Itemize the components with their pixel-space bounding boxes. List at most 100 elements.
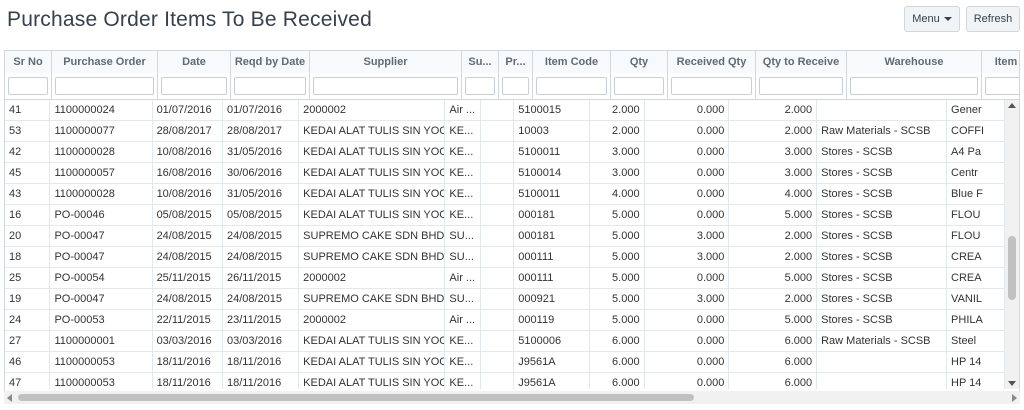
table-cell: 18/11/2016 (153, 352, 223, 372)
table-cell: 1100000057 (50, 163, 153, 183)
column-filter-input[interactable] (614, 77, 664, 95)
table-cell: SUPREMO CAKE SDN BHD (299, 247, 446, 267)
column-header[interactable]: Reqd by Date (231, 51, 310, 73)
horizontal-scroll-thumb[interactable] (18, 394, 694, 401)
grid-header-row: Sr No Purchase Order Date Reqd by Date Suppl… (5, 51, 1019, 74)
table-cell: 18 (5, 247, 51, 267)
caret-down-icon (943, 17, 952, 21)
table-row[interactable]: 47 1100000053 18/11/2016 18/11/2016 KEDAI AL… (5, 373, 1005, 389)
table-row[interactable]: 43 1100000028 10/08/2016 31/05/2016 KEDAI AL… (5, 184, 1005, 205)
table-cell: 31/05/2016 (223, 184, 300, 204)
table-row[interactable]: 45 1100000057 16/08/2016 30/06/2016 KEDAI AL… (5, 163, 1005, 184)
table-cell: Stores - SCSB (817, 142, 948, 162)
column-filter-input[interactable] (313, 77, 458, 95)
table-cell: 53 (5, 121, 51, 141)
table-cell: J9561A (514, 352, 590, 372)
column-filter-input[interactable] (465, 77, 495, 95)
vertical-scroll-thumb[interactable] (1008, 236, 1016, 300)
table-cell: Stores - SCSB (817, 163, 948, 183)
table-cell: A4 Pa (947, 142, 1005, 162)
scroll-right-icon[interactable] (1012, 394, 1017, 402)
column-filter-input[interactable] (502, 77, 529, 95)
column-filter-input[interactable] (161, 77, 227, 95)
refresh-button[interactable]: Refresh (966, 6, 1020, 32)
table-cell: 2.000 (729, 289, 818, 309)
table-cell: SUPREMO CAKE SDN BHD (299, 289, 446, 309)
column-header[interactable]: Su... (462, 51, 499, 73)
table-row[interactable]: 25 PO-00054 25/11/2015 26/11/2015 2000002 Air… (5, 268, 1005, 289)
table-row[interactable]: 27 1100000001 03/03/2016 03/03/2016 KEDAI AL… (5, 331, 1005, 352)
column-filter-input[interactable] (8, 77, 48, 95)
table-cell (817, 373, 948, 389)
table-cell: 28/08/2017 (153, 121, 223, 141)
column-header[interactable]: Received Qty (668, 51, 756, 73)
column-header[interactable]: Item Code (533, 51, 611, 73)
table-cell: 6.000 (590, 352, 645, 372)
column-header[interactable]: Sr No (5, 51, 52, 73)
filter-cell (5, 73, 52, 99)
table-cell (481, 226, 515, 246)
column-filter-input[interactable] (536, 77, 607, 95)
table-cell: 18/11/2016 (153, 373, 223, 389)
table-cell: 000181 (514, 205, 590, 225)
column-header[interactable]: Warehouse (847, 51, 982, 73)
column-header[interactable]: Date (158, 51, 231, 73)
table-cell: 5100015 (514, 100, 590, 120)
table-row[interactable]: 24 PO-00053 22/11/2015 23/11/2015 2000002 Air… (5, 310, 1005, 331)
table-cell: Steel (947, 331, 1005, 351)
table-cell: 6.000 (729, 352, 818, 372)
scroll-up-icon[interactable] (1008, 103, 1016, 108)
table-cell: KEDAI ALAT TULIS SIN YOO... (299, 142, 446, 162)
menu-button[interactable]: Menu (904, 6, 960, 32)
table-row[interactable]: 19 PO-00047 24/08/2015 24/08/2015 SUPREMO CA… (5, 289, 1005, 310)
table-cell: 0.000 (645, 373, 730, 389)
filter-cell (158, 73, 231, 99)
table-cell: 2.000 (729, 226, 818, 246)
horizontal-scrollbar[interactable] (4, 391, 1020, 404)
column-filter-input[interactable] (985, 77, 1019, 95)
table-cell: 5.000 (729, 310, 818, 330)
page-title: Purchase Order Items To Be Received (7, 8, 372, 31)
table-cell: 25/11/2015 (153, 268, 223, 288)
scroll-left-icon[interactable] (7, 394, 12, 402)
column-header[interactable]: Item N (982, 51, 1019, 73)
table-cell: FLOU (947, 226, 1005, 246)
table-cell: KE... (445, 184, 482, 204)
table-row[interactable]: 53 1100000077 28/08/2017 28/08/2017 KEDAI AL… (5, 121, 1005, 142)
column-header[interactable]: Purchase Order (52, 51, 158, 73)
column-filter-input[interactable] (55, 77, 154, 95)
table-cell: 5.000 (590, 205, 645, 225)
column-filter-input[interactable] (850, 77, 978, 95)
column-header[interactable]: Pr... (499, 51, 533, 73)
table-cell: Blue F (947, 184, 1005, 204)
vertical-scrollbar[interactable] (1004, 100, 1019, 389)
table-cell: 2.000 (590, 121, 645, 141)
filter-cell (462, 73, 499, 99)
column-filter-input[interactable] (671, 77, 752, 95)
table-cell: 1100000053 (50, 373, 153, 389)
table-cell: 10/08/2016 (153, 142, 223, 162)
table-cell: 0.000 (645, 331, 730, 351)
table-row[interactable]: 46 1100000053 18/11/2016 18/11/2016 KEDAI AL… (5, 352, 1005, 373)
table-row[interactable]: 42 1100000028 10/08/2016 31/05/2016 KEDAI AL… (5, 142, 1005, 163)
table-cell: 0.000 (645, 163, 730, 183)
table-cell: SU... (445, 247, 482, 267)
column-header[interactable]: Supplier (310, 51, 462, 73)
table-cell: 3.000 (590, 142, 645, 162)
table-row[interactable]: 41 1100000024 01/07/2016 01/07/2016 2000002 A… (5, 100, 1005, 121)
column-filter-input[interactable] (234, 77, 306, 95)
table-cell: KEDAI ALAT TULIS SIN YOO... (299, 163, 446, 183)
filter-cell (52, 73, 158, 99)
scroll-down-icon[interactable] (1008, 381, 1016, 386)
column-header[interactable]: Qty to Receive (756, 51, 847, 73)
table-cell (481, 268, 515, 288)
table-cell: 42 (5, 142, 51, 162)
table-row[interactable]: 18 PO-00047 24/08/2015 24/08/2015 SUPREMO CA… (5, 247, 1005, 268)
table-row[interactable]: 16 PO-00046 05/08/2015 05/08/2015 KEDAI ALAT… (5, 205, 1005, 226)
column-header[interactable]: Qty (611, 51, 668, 73)
table-cell: KEDAI ALAT TULIS SIN YOO... (299, 331, 446, 351)
table-cell: 43 (5, 184, 51, 204)
table-row[interactable]: 20 PO-00047 24/08/2015 24/08/2015 SUPREMO CA… (5, 226, 1005, 247)
column-filter-input[interactable] (759, 77, 843, 95)
table-cell: SU... (445, 226, 482, 246)
